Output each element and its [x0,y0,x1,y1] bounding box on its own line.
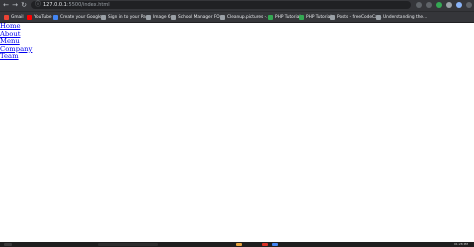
bookmark-image[interactable]: Image 6 [146,13,171,21]
profile-avatar[interactable] [456,2,462,8]
address-bar[interactable]: ⓘ 127.0.0.1:5500/index.html [31,1,411,9]
bookmark-star-icon[interactable] [426,2,432,8]
bookmark-understanding[interactable]: Understanding the... [376,13,427,21]
bookmark-freecodecamp[interactable]: Posts - freeCodeCa... [330,13,382,21]
forward-icon[interactable]: → [11,1,19,9]
taskbar-app-icon[interactable] [262,243,268,246]
globe-icon [376,14,381,20]
freecodecamp-icon [330,14,335,20]
os-taskbar: 01:28 PM [0,242,474,247]
reload-icon[interactable]: ↻ [20,1,28,9]
start-button[interactable] [4,243,12,246]
php-icon [268,14,273,20]
info-icon[interactable]: ⓘ [35,1,41,9]
extension-icon[interactable] [436,2,442,8]
menu-icon[interactable] [466,2,472,8]
globe-icon [171,14,176,20]
bookmark-php-tutorial-1[interactable]: PHP Tutorial [268,13,301,21]
browser-chrome: ← → ↻ ⓘ 127.0.0.1:5500/index.html Gmail … [0,0,474,23]
taskbar-app-icon[interactable] [272,243,278,246]
taskbar-app-icon[interactable] [236,243,242,246]
address-text[interactable]: 127.0.0.1:5500/index.html [43,1,110,9]
zoom-icon[interactable] [416,2,422,8]
taskbar-search[interactable] [98,243,158,246]
google-icon [53,14,58,20]
bookmark-php-tutorial-2[interactable]: PHP Tutorial [299,13,332,21]
bookmark-cleanup[interactable]: Cleanup.pictures -... [220,13,270,21]
bookmark-school-manager[interactable]: School Manager FO... [171,13,224,21]
nav-link-team[interactable]: Team [0,53,32,61]
bookmark-google-account[interactable]: Create your Google... [53,13,106,21]
globe-icon [146,14,151,20]
bookmark-sign-in[interactable]: Sign in to your Pa... [101,13,150,21]
youtube-icon [27,14,32,20]
bookmark-gmail[interactable]: Gmail [4,13,24,21]
back-icon[interactable]: ← [2,1,10,9]
puzzle-icon[interactable] [446,2,452,8]
bookmark-youtube[interactable]: YouTube [27,13,51,21]
globe-icon [220,14,225,20]
globe-icon [101,14,106,20]
taskbar-clock: 01:28 PM [454,242,468,246]
browser-toolbar: ← → ↻ ⓘ 127.0.0.1:5500/index.html [0,0,474,11]
bookmarks-bar: Gmail YouTube Create your Google... Sign… [0,11,474,22]
php-icon [299,14,304,20]
page-content: Home About Menu Company Team [0,22,32,61]
gmail-icon [4,14,9,20]
